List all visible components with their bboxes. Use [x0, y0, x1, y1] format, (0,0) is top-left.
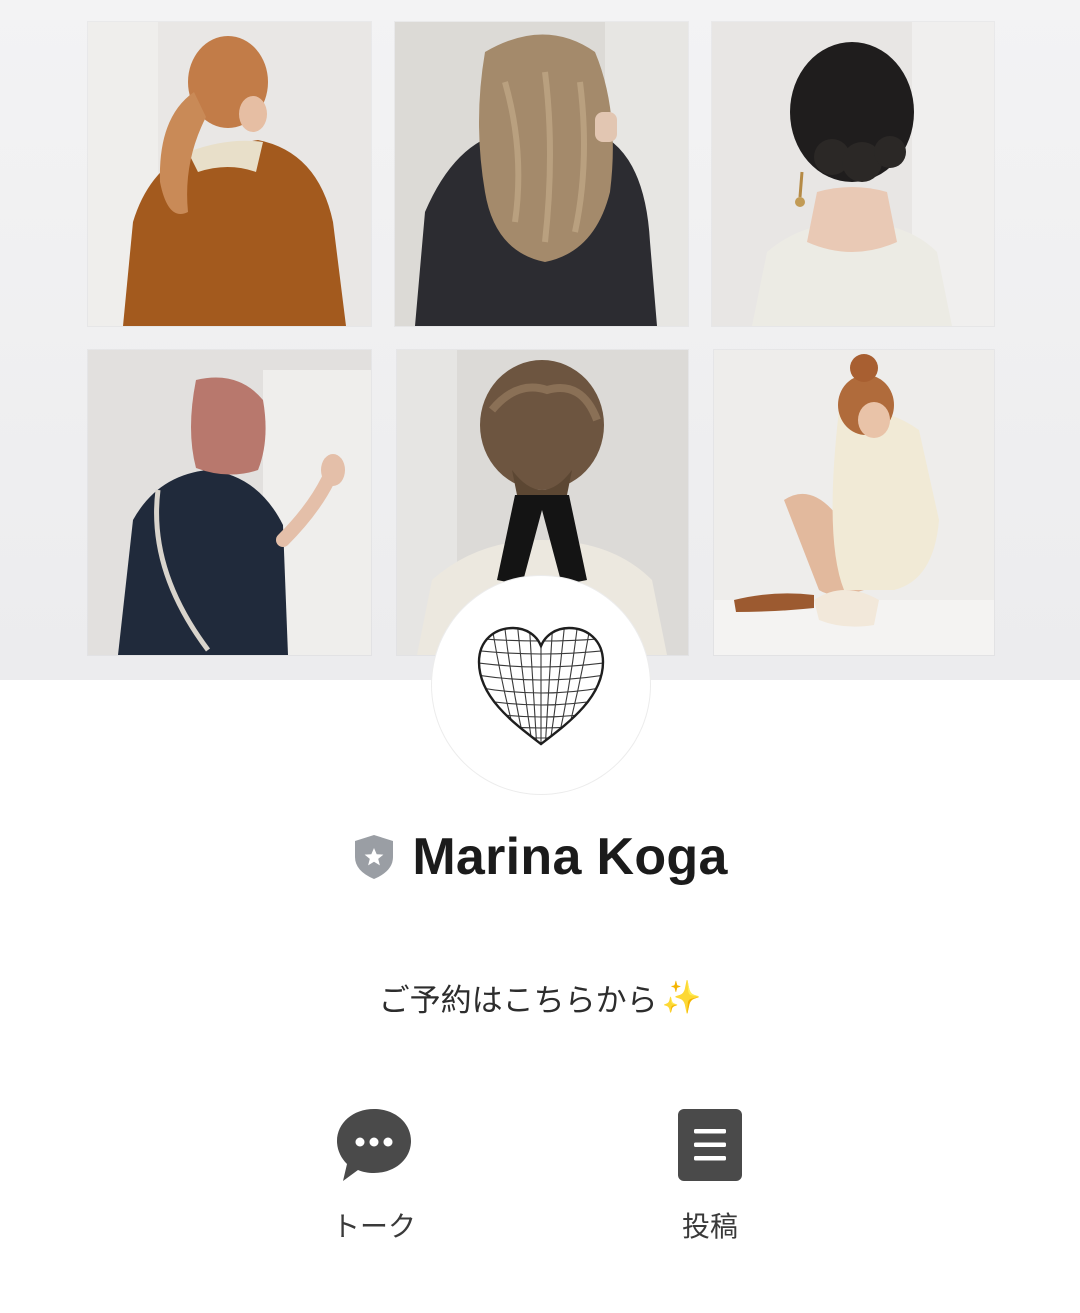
shield-star-icon	[355, 835, 394, 879]
status-message-text: ご予約はこちらから	[378, 982, 658, 1019]
talk-button[interactable]: トーク	[304, 1105, 444, 1245]
profile-name-row: Marina Koga	[0, 822, 1080, 892]
post-label: 投稿	[681, 1210, 738, 1243]
hair-photo-bun[interactable]	[714, 350, 994, 655]
post-button[interactable]: 投稿	[640, 1105, 780, 1245]
post-list-icon	[678, 1109, 742, 1181]
hair-photo-ponytail[interactable]	[88, 22, 371, 326]
hair-photo-long-waves[interactable]	[395, 22, 688, 326]
sparkles-icon: ✨	[661, 978, 702, 1016]
profile-avatar[interactable]	[432, 576, 650, 794]
chat-bubble-icon	[337, 1109, 411, 1181]
profile-name: Marina Koga	[412, 828, 728, 886]
hair-photo-bob[interactable]	[88, 350, 371, 655]
hair-photo-updo[interactable]	[712, 22, 994, 326]
wire-heart-icon	[477, 626, 605, 746]
status-message: ご予約はこちらから ✨	[0, 972, 1080, 1022]
talk-label: トーク	[331, 1210, 416, 1243]
